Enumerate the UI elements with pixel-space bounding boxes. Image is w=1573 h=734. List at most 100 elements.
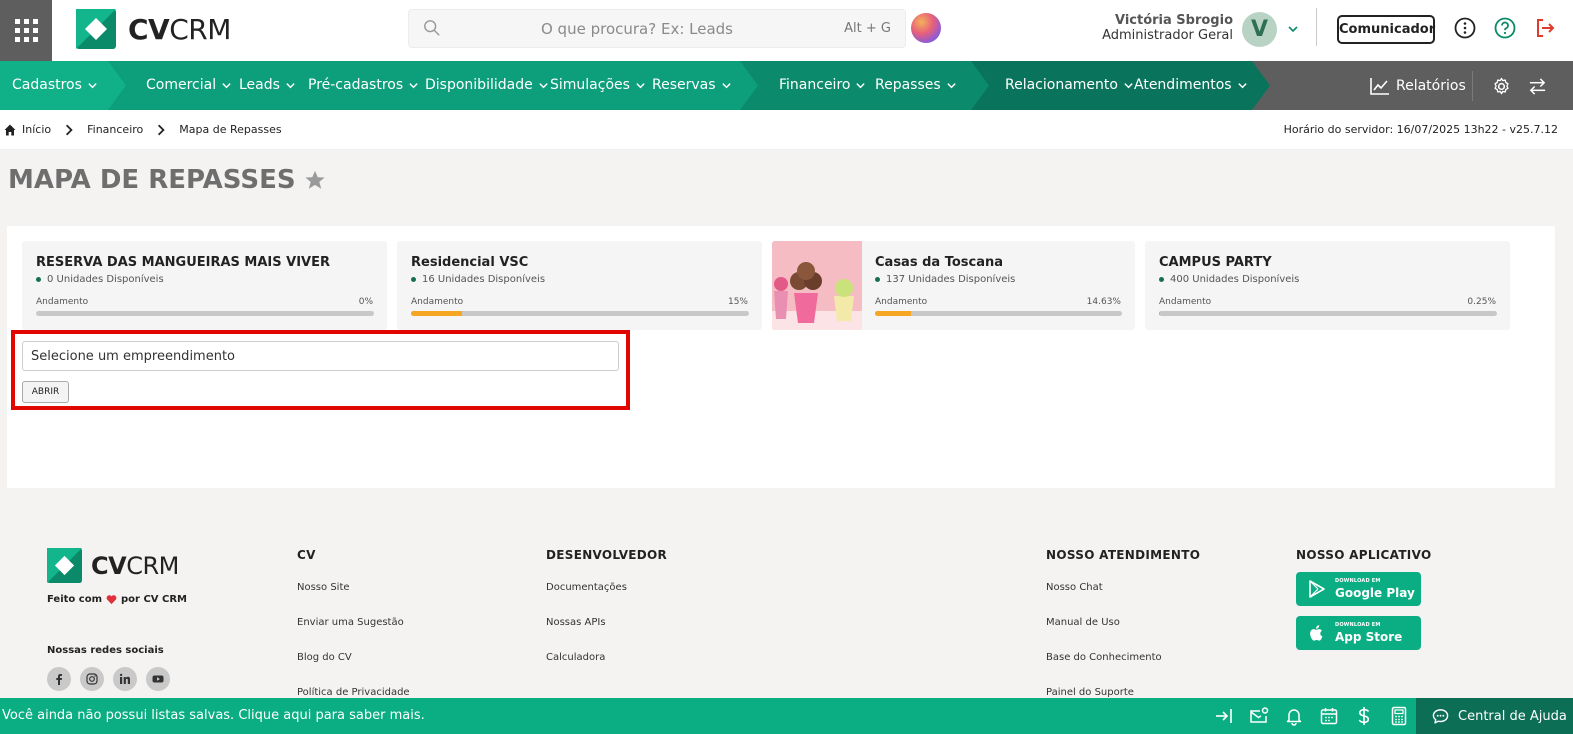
made-suffix: por CV CRM [121,594,187,605]
cvcrm-logo[interactable]: CVCRM [76,9,231,49]
chevron-down-icon [856,83,866,89]
progress-fill [1159,311,1160,316]
facebook-icon[interactable] [47,667,71,691]
card-progress-percent: 14.63% [1086,297,1121,307]
saved-lists-message[interactable]: Você ainda não possui listas salvas. Cli… [2,708,425,723]
comunicador-button[interactable]: Comunicador [1337,15,1435,44]
search-shortcut: Alt + G [844,21,891,36]
breadcrumb-inicio[interactable]: Início [22,123,51,136]
nav-relatorios[interactable]: Relatórios [1370,61,1466,110]
nav-simulacoes[interactable]: Simulações [550,61,646,110]
google-play-button[interactable]: DOWNLOAD EM Google Play [1296,572,1421,606]
ai-assistant-orb-icon[interactable] [911,13,941,43]
footer-link[interactable]: Nosso Site [297,582,350,593]
avatar[interactable]: V [1242,12,1277,47]
card-units: 137 Unidades Disponíveis [875,274,1015,285]
footer-link[interactable]: Manual de Uso [1046,617,1120,628]
nav-disponibilidade[interactable]: Disponibilidade [425,61,549,110]
footer-link[interactable]: Nosso Chat [1046,582,1103,593]
global-search[interactable]: Alt + G [408,9,906,48]
user-info[interactable]: Victória Sbrogio Administrador Geral [1102,13,1233,43]
nav-comercial[interactable]: Comercial [146,61,232,110]
search-input[interactable] [409,10,905,47]
card-progress-label: Andamento [411,297,464,307]
card-units-text: 400 Unidades Disponíveis [1170,274,1300,285]
chevron-down-icon [636,83,645,89]
card-units: 400 Unidades Disponíveis [1159,274,1299,285]
abrir-button[interactable]: ABRIR [22,381,69,403]
bell-icon[interactable] [1284,706,1304,726]
footer-link[interactable]: Nossas APIs [546,617,606,628]
footer-link[interactable]: Política de Privacidade [297,687,410,698]
card-title: CAMPUS PARTY [1159,255,1272,270]
linkedin-icon[interactable] [113,667,137,691]
calendar-icon[interactable] [1319,706,1339,726]
youtube-icon[interactable] [146,667,170,691]
project-card[interactable]: Casas da Toscana 137 Unidades Disponívei… [772,241,1135,330]
mail-notification-icon[interactable] [1249,706,1269,726]
user-name: Victória Sbrogio [1114,13,1233,28]
nav-repasses[interactable]: Repasses [875,61,957,110]
user-role: Administrador Geral [1102,28,1233,43]
main-navigation: Cadastros Comercial Leads Pré-cadastros … [0,61,1573,110]
logo-mark-icon [76,9,116,49]
breadcrumb-mapa-repasses: Mapa de Repasses [179,123,282,136]
logout-icon[interactable] [1534,17,1556,39]
footer-logo[interactable]: CVCRM [47,548,179,583]
chevron-right-icon [158,124,165,135]
footer-link[interactable]: Base do Conhecimento [1046,652,1162,663]
nav-relacionamento[interactable]: Relacionamento [1005,61,1134,110]
chevron-down-icon [222,83,231,89]
card-progress-percent: 15% [727,297,748,307]
nav-leads[interactable]: Leads [239,61,296,110]
card-progress-label: Andamento [1159,297,1212,307]
help-center-button[interactable]: Central de Ajuda [1416,698,1573,734]
footer-link[interactable]: Enviar uma Sugestão [297,617,404,628]
footer-link[interactable]: Calculadora [546,652,605,663]
project-card[interactable]: CAMPUS PARTY 400 Unidades Disponíveis An… [1145,241,1510,330]
breadcrumb-financeiro[interactable]: Financeiro [87,123,143,136]
status-dot-icon [411,277,416,282]
chat-bubble-icon [1432,708,1449,724]
google-play-icon [1309,580,1325,598]
nav-atendimentos[interactable]: Atendimentos [1134,61,1248,110]
footer-link[interactable]: Painel do Suporte [1046,687,1134,698]
card-title: RESERVA DAS MANGUEIRAS MAIS VIVER [36,255,331,270]
nav-divider [1472,71,1473,101]
help-icon[interactable] [1494,17,1516,39]
instagram-icon[interactable] [80,667,104,691]
apps-grid-icon[interactable] [0,0,52,61]
breadcrumb: Início Financeiro Mapa de Repasses [4,123,282,136]
nav-label: Repasses [875,77,941,93]
store-big-text: Google Play [1335,586,1415,600]
project-card[interactable]: RESERVA DAS MANGUEIRAS MAIS VIVER 0 Unid… [22,241,387,330]
dollar-icon[interactable] [1354,706,1374,726]
card-title: Residencial VSC [411,255,529,270]
bottom-bar: Você ainda não possui listas salvas. Cli… [0,698,1573,734]
card-progress-bar [411,311,749,316]
calculator-icon[interactable] [1389,706,1409,726]
chevron-down-icon [286,83,295,89]
star-icon[interactable] [304,169,326,191]
card-units: 16 Unidades Disponíveis [411,274,545,285]
project-card[interactable]: Residencial VSC 16 Unidades Disponíveis … [397,241,762,330]
progress-fill [875,311,912,316]
empreendimento-select[interactable]: Selecione um empreendimento [22,341,619,371]
card-progress-label: Andamento [36,297,89,307]
store-big-text: App Store [1335,630,1403,644]
chevron-down-icon[interactable] [1286,22,1300,36]
more-options-icon[interactable] [1454,17,1476,39]
footer-link[interactable]: Blog do CV [297,652,352,663]
nav-cadastros[interactable]: Cadastros [12,61,98,110]
gear-icon[interactable] [1492,77,1511,96]
switch-arrows-icon[interactable] [1528,77,1547,96]
nav-financeiro[interactable]: Financeiro [779,61,866,110]
page-title-text: MAPA DE REPASSES [8,165,296,195]
login-arrow-icon[interactable] [1214,706,1234,726]
nav-reservas[interactable]: Reservas [652,61,732,110]
nav-pre-cadastros[interactable]: Pré-cadastros [308,61,419,110]
app-store-button[interactable]: DOWNLOAD EM App Store [1296,616,1421,650]
chevron-down-icon [409,83,418,89]
footer-link[interactable]: Documentações [546,582,627,593]
card-units-text: 137 Unidades Disponíveis [886,274,1016,285]
